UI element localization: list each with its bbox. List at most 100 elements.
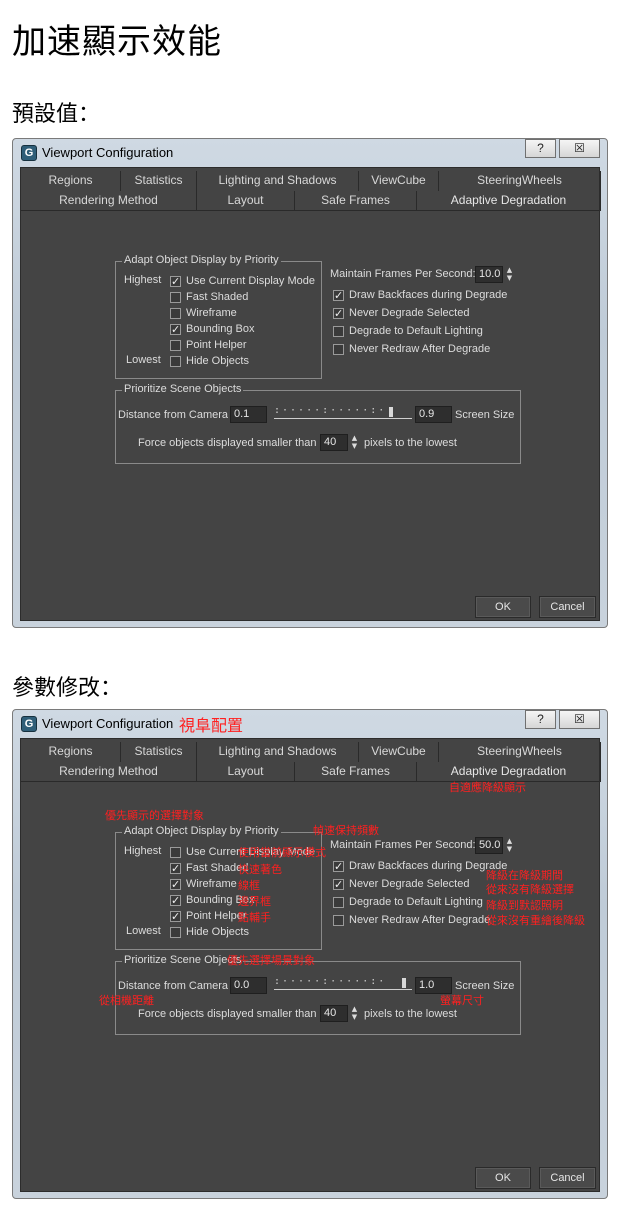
app-logo-icon: G xyxy=(21,145,37,161)
checkbox-bounding-box[interactable]: ✓ xyxy=(170,324,181,335)
force-pixels-spinner[interactable]: ▲ ▼ xyxy=(350,1005,359,1022)
tab-lighting-and-shadows[interactable]: Lighting and Shadows xyxy=(197,742,359,762)
lowest-label: Lowest xyxy=(126,354,161,366)
checkbox-draw-backfaces-during-degrade[interactable]: ✓ xyxy=(333,290,344,301)
tab-viewcube[interactable]: ViewCube xyxy=(359,742,439,762)
checkbox-hide-objects[interactable] xyxy=(170,927,181,938)
checkbox-never-degrade-selected[interactable]: ✓ xyxy=(333,879,344,890)
fps-spinner[interactable]: ▲ ▼ xyxy=(505,266,514,283)
window-title: Viewport Configuration xyxy=(42,145,174,160)
checkbox-use-current-display-mode[interactable] xyxy=(170,847,181,858)
title-bar[interactable]: G Viewport Configuration ? ☒ xyxy=(13,710,607,736)
distance-label: Distance from Camera xyxy=(118,409,229,421)
tab-lighting-and-shadows[interactable]: Lighting and Shadows xyxy=(197,171,359,191)
annotation-adapt-group: 優先顯示的選擇對象 xyxy=(105,809,204,822)
tab-rendering-method[interactable]: Rendering Method xyxy=(21,762,197,782)
force-label: Force objects displayed smaller than xyxy=(138,1008,317,1020)
checkbox-point-helper[interactable]: ✓ xyxy=(170,911,181,922)
checkbox-never-redraw-after-degrade[interactable] xyxy=(333,915,344,926)
option-label-bounding-box: Bounding Box xyxy=(186,323,255,335)
slider-ticks: :·····:·····:· xyxy=(274,976,387,987)
checkbox-hide-objects[interactable] xyxy=(170,356,181,367)
page-heading: 加速顯示效能 xyxy=(12,22,222,62)
checkbox-point-helper[interactable] xyxy=(170,340,181,351)
option-label-never-redraw-after-degrade: Never Redraw After Degrade xyxy=(349,914,491,926)
tab-regions[interactable]: Regions xyxy=(21,742,121,762)
tab-rendering-method[interactable]: Rendering Method xyxy=(21,191,197,211)
checkbox-bounding-box[interactable]: ✓ xyxy=(170,895,181,906)
adapt-group-title: Adapt Object Display by Priority xyxy=(122,254,281,266)
title-bar[interactable]: G Viewport Configuration ? ☒ xyxy=(13,139,607,165)
app-logo-icon: G xyxy=(21,716,37,732)
ok-button[interactable]: OK xyxy=(475,596,531,618)
close-button[interactable]: ☒ xyxy=(559,139,600,158)
checkbox-draw-backfaces-during-degrade[interactable]: ✓ xyxy=(333,861,344,872)
help-button[interactable]: ? xyxy=(525,710,556,729)
tab-adaptive-degradation[interactable]: Adaptive Degradation xyxy=(417,191,601,211)
checkbox-never-degrade-selected[interactable]: ✓ xyxy=(333,308,344,319)
checkbox-wireframe[interactable]: ✓ xyxy=(170,879,181,890)
option-label-degrade-to-default-lighting: Degrade to Default Lighting xyxy=(349,896,483,908)
force-label: Force objects displayed smaller than xyxy=(138,437,317,449)
distance-input[interactable]: 0.1 xyxy=(230,406,267,423)
tab-viewcube[interactable]: ViewCube xyxy=(359,171,439,191)
priority-slider[interactable]: :·····:·····:· xyxy=(274,976,412,992)
annotation-point-helper: 點輔手 xyxy=(238,911,271,924)
checkbox-degrade-to-default-lighting[interactable] xyxy=(333,326,344,337)
annotation-screen-size: 螢幕尺寸 xyxy=(440,994,484,1007)
distance-input[interactable]: 0.0 xyxy=(230,977,267,994)
checkbox-fast-shaded[interactable]: ✓ xyxy=(170,863,181,874)
ok-button[interactable]: OK xyxy=(475,1167,531,1189)
cancel-button[interactable]: Cancel xyxy=(539,1167,596,1189)
annotation-right-4: 從來沒有重繪後降級 xyxy=(486,914,585,927)
option-label-never-degrade-selected: Never Degrade Selected xyxy=(349,878,470,890)
tab-row-top: Regions Statistics Lighting and Shadows Vie… xyxy=(21,171,601,191)
tab-safe-frames[interactable]: Safe Frames xyxy=(295,762,417,782)
slider-thumb[interactable] xyxy=(402,978,406,988)
help-button[interactable]: ? xyxy=(525,139,556,158)
option-label-use-current-display-mode: Use Current Display Mode xyxy=(186,275,315,287)
option-label-point-helper: Point Helper xyxy=(186,339,247,351)
annotation-tab: 自適應降級顯示 xyxy=(449,781,526,794)
fps-input[interactable]: 50.0 xyxy=(475,837,503,854)
checkbox-degrade-to-default-lighting[interactable] xyxy=(333,897,344,908)
option-label-draw-backfaces-during-degrade: Draw Backfaces during Degrade xyxy=(349,289,508,301)
tab-statistics[interactable]: Statistics xyxy=(121,742,197,762)
tab-layout[interactable]: Layout xyxy=(197,762,295,782)
cancel-button[interactable]: Cancel xyxy=(539,596,596,618)
tab-row-bottom: Rendering Method Layout Safe Frames Adaptiv… xyxy=(21,191,601,211)
tab-regions[interactable]: Regions xyxy=(21,171,121,191)
tab-steeringwheels[interactable]: SteeringWheels xyxy=(439,171,601,191)
annotation-fast-shaded: 快速著色 xyxy=(238,863,282,876)
priority-slider[interactable]: :·····:·····:· xyxy=(274,405,412,421)
tab-layout[interactable]: Layout xyxy=(197,191,295,211)
checkbox-wireframe[interactable] xyxy=(170,308,181,319)
help-icon: ? xyxy=(537,712,544,726)
tab-steeringwheels[interactable]: SteeringWheels xyxy=(439,742,601,762)
fps-input[interactable]: 10.0 xyxy=(475,266,503,283)
option-label-wireframe: Wireframe xyxy=(186,307,237,319)
close-button[interactable]: ☒ xyxy=(559,710,600,729)
force-pixels-spinner[interactable]: ▲ ▼ xyxy=(350,434,359,451)
lowest-label: Lowest xyxy=(126,925,161,937)
pixels-label: pixels to the lowest xyxy=(364,437,457,449)
screen-size-input[interactable]: 0.9 xyxy=(415,406,452,423)
checkbox-use-current-display-mode[interactable]: ✓ xyxy=(170,276,181,287)
screen-size-label: Screen Size xyxy=(455,980,515,992)
close-icon: ☒ xyxy=(574,141,585,155)
pixels-label: pixels to the lowest xyxy=(364,1008,457,1020)
fps-spinner[interactable]: ▲ ▼ xyxy=(505,837,514,854)
force-pixels-input[interactable]: 40 xyxy=(320,434,348,451)
option-label-degrade-to-default-lighting: Degrade to Default Lighting xyxy=(349,325,483,337)
force-pixels-input[interactable]: 40 xyxy=(320,1005,348,1022)
annotation-right-2: 從來沒有降級選擇 xyxy=(486,883,574,896)
checkbox-never-redraw-after-degrade[interactable] xyxy=(333,344,344,355)
option-label-hide-objects: Hide Objects xyxy=(186,355,249,367)
annotation-wireframe: 線框 xyxy=(238,879,260,892)
tab-safe-frames[interactable]: Safe Frames xyxy=(295,191,417,211)
checkbox-fast-shaded[interactable] xyxy=(170,292,181,303)
annotation-right-3: 降級到默認照明 xyxy=(486,899,563,912)
section-modified-label: 參數修改： xyxy=(12,676,123,701)
tab-statistics[interactable]: Statistics xyxy=(121,171,197,191)
slider-thumb[interactable] xyxy=(389,407,393,417)
